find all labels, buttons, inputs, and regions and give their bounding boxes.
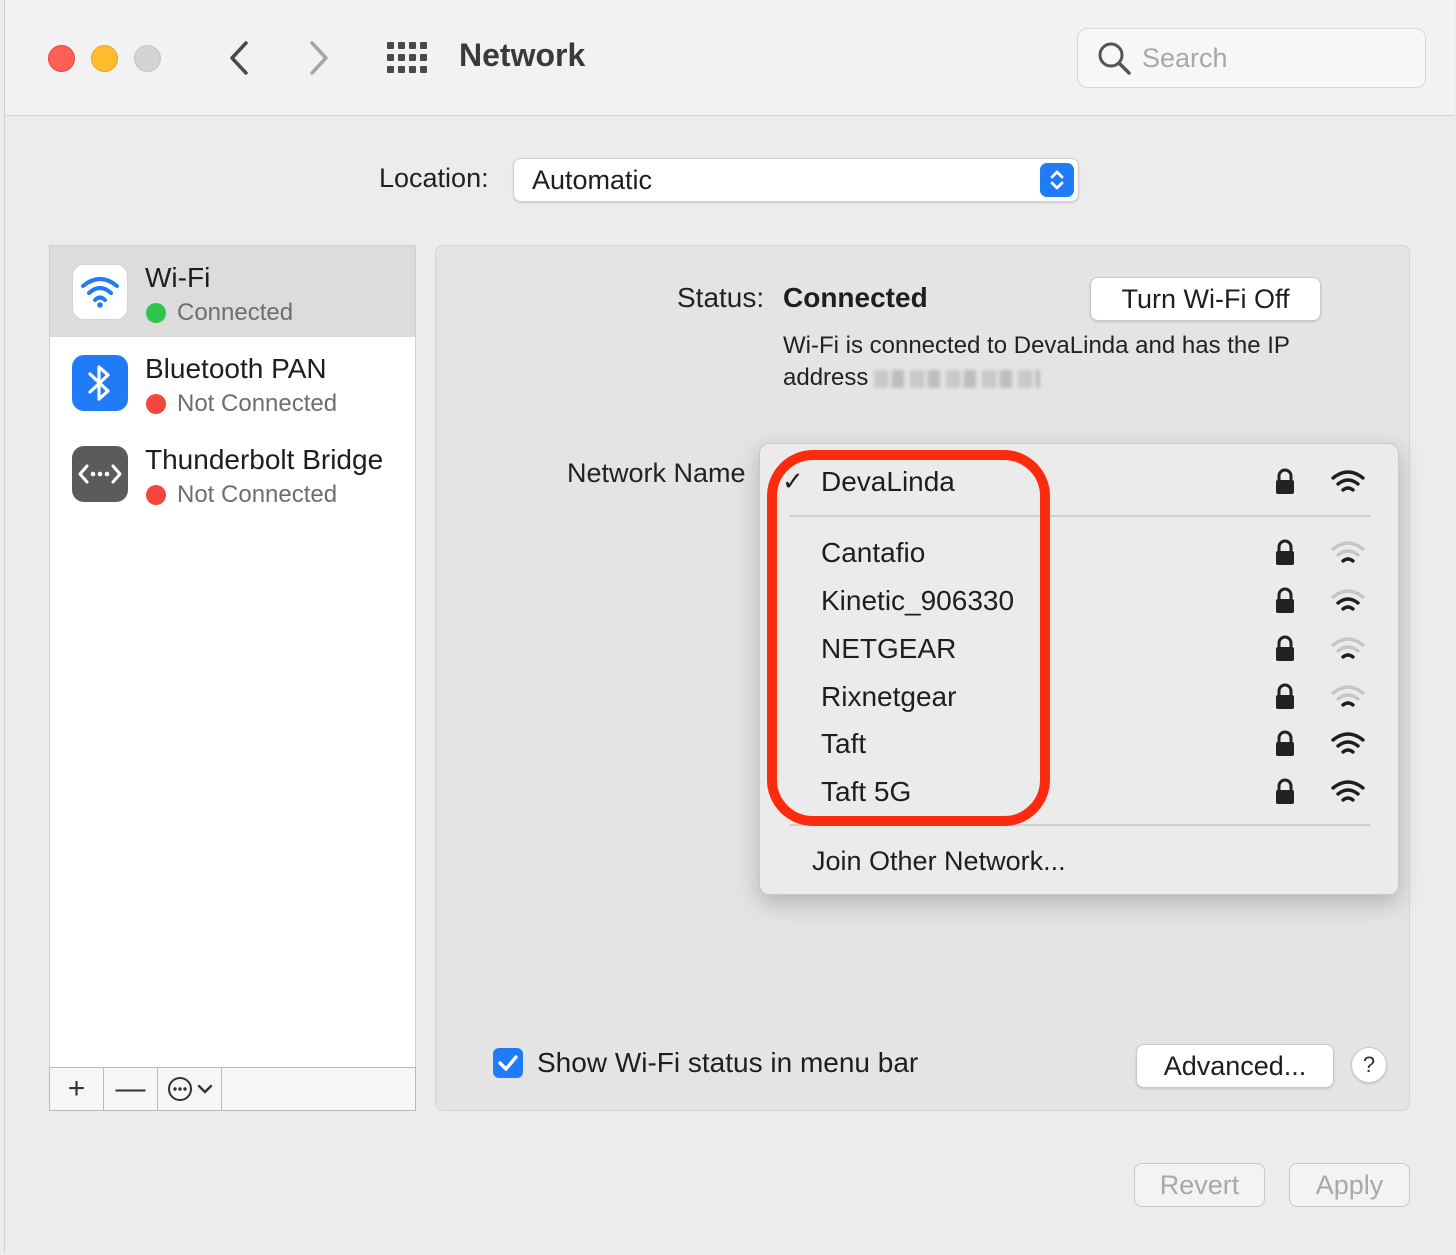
wifi-signal-full-icon bbox=[1331, 732, 1365, 754]
service-name: Wi-Fi bbox=[145, 262, 211, 293]
network-preferences-window: Network Location: Automatic Wi-Fi Connec… bbox=[4, 0, 1454, 1253]
wifi-signal-full-icon bbox=[1331, 470, 1365, 492]
add-service-button[interactable]: + bbox=[50, 1068, 104, 1110]
action-menu-button[interactable] bbox=[158, 1068, 222, 1110]
services-list: Wi-Fi Connected Bluetooth PAN Not Connec… bbox=[49, 245, 416, 1067]
forward-button[interactable] bbox=[299, 36, 339, 80]
status-dot bbox=[146, 485, 166, 505]
help-button[interactable]: ? bbox=[1351, 1047, 1387, 1083]
join-other-network-item[interactable]: Join Other Network... bbox=[812, 846, 1066, 877]
annotation-highlight-box bbox=[767, 450, 1050, 826]
chevron-right-icon bbox=[310, 41, 328, 75]
location-label: Location: bbox=[379, 163, 489, 193]
show-wifi-status-option[interactable]: Show Wi-Fi status in menu bar bbox=[493, 1047, 918, 1079]
minimize-window-button[interactable] bbox=[91, 45, 118, 72]
redacted-ip-address bbox=[874, 369, 1041, 388]
lock-icon bbox=[1276, 778, 1294, 804]
status-description: Wi-Fi is connected to DevaLinda and has … bbox=[783, 330, 1343, 394]
wifi-signal-medium-icon bbox=[1331, 589, 1365, 611]
wifi-signal-weak-icon bbox=[1331, 685, 1365, 707]
status-dot bbox=[146, 394, 166, 414]
service-status: Not Connected bbox=[177, 390, 338, 417]
bluetooth-icon bbox=[72, 355, 128, 411]
ellipsis-circle-icon bbox=[167, 1077, 192, 1101]
location-select[interactable]: Automatic bbox=[513, 158, 1079, 202]
show-all-grid-icon[interactable] bbox=[385, 40, 429, 76]
zoom-window-button[interactable] bbox=[134, 45, 161, 72]
thunderbolt-bridge-icon bbox=[72, 446, 128, 502]
titlebar: Network bbox=[5, 0, 1454, 116]
back-button[interactable] bbox=[219, 36, 259, 80]
wifi-signal-weak-icon bbox=[1331, 541, 1365, 563]
service-wifi[interactable]: Wi-Fi Connected bbox=[50, 246, 415, 337]
search-field[interactable] bbox=[1077, 28, 1426, 88]
service-bluetooth-pan[interactable]: Bluetooth PAN Not Connected bbox=[50, 337, 415, 428]
lock-icon bbox=[1276, 635, 1294, 661]
lock-icon bbox=[1276, 683, 1294, 709]
close-window-button[interactable] bbox=[48, 45, 75, 72]
status-value: Connected bbox=[783, 282, 928, 313]
service-status: Not Connected bbox=[177, 481, 338, 508]
location-value: Automatic bbox=[532, 165, 653, 195]
wifi-icon bbox=[72, 264, 128, 320]
search-icon bbox=[1098, 42, 1131, 75]
status-dot bbox=[146, 303, 166, 323]
service-status: Connected bbox=[177, 299, 294, 326]
revert-button[interactable]: Revert bbox=[1134, 1163, 1265, 1207]
window-title: Network bbox=[459, 37, 586, 73]
advanced-button[interactable]: Advanced... bbox=[1136, 1044, 1334, 1088]
wifi-signal-full-icon bbox=[1331, 780, 1365, 802]
turn-wifi-off-button[interactable]: Turn Wi-Fi Off bbox=[1090, 277, 1321, 321]
lock-icon bbox=[1276, 539, 1294, 565]
network-name-label: Network Name bbox=[567, 458, 746, 488]
lock-icon bbox=[1276, 587, 1294, 613]
chevron-down-icon bbox=[197, 1084, 212, 1094]
lock-icon bbox=[1276, 468, 1294, 494]
wifi-signal-weak-icon bbox=[1331, 637, 1365, 659]
remove-service-button[interactable]: — bbox=[104, 1068, 158, 1110]
chevron-left-icon bbox=[230, 41, 248, 75]
description-line-1: Wi-Fi is connected to DevaLinda and has … bbox=[783, 332, 1290, 359]
service-thunderbolt-bridge[interactable]: Thunderbolt Bridge Not Connected bbox=[50, 428, 415, 519]
apply-button[interactable]: Apply bbox=[1289, 1163, 1410, 1207]
service-name: Thunderbolt Bridge bbox=[145, 444, 384, 475]
checkmark-icon bbox=[498, 1055, 518, 1071]
services-toolbar: + — bbox=[49, 1067, 416, 1111]
search-input[interactable] bbox=[1142, 42, 1402, 74]
show-wifi-status-label: Show Wi-Fi status in menu bar bbox=[537, 1047, 919, 1078]
up-down-chevron-icon bbox=[1040, 163, 1074, 197]
service-name: Bluetooth PAN bbox=[145, 353, 327, 384]
description-line-2: address bbox=[783, 364, 869, 391]
status-label: Status: bbox=[677, 282, 765, 313]
show-wifi-status-checkbox[interactable] bbox=[493, 1048, 523, 1078]
lock-icon bbox=[1276, 730, 1294, 756]
